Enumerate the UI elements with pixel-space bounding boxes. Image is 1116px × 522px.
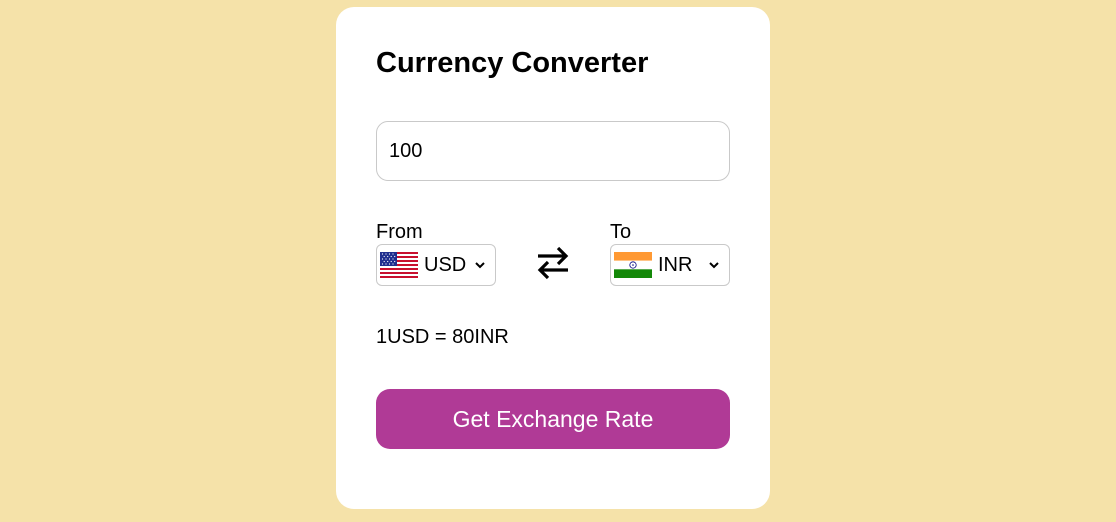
exchange-rate-text: 1USD = 80INR — [376, 326, 509, 348]
swap-arrows-icon[interactable] — [534, 243, 572, 283]
to-currency-code: INR — [658, 253, 693, 276]
us-flag-icon — [380, 252, 418, 278]
chevron-down-icon — [475, 262, 485, 269]
from-currency-select[interactable]: USD — [376, 244, 496, 286]
get-exchange-rate-button[interactable]: Get Exchange Rate — [376, 389, 730, 449]
from-label: From — [376, 221, 423, 243]
converter-card: Currency Converter From USD — [336, 7, 770, 509]
to-currency-select[interactable]: INR — [610, 244, 730, 286]
to-label: To — [610, 221, 632, 243]
amount-input[interactable] — [376, 121, 730, 181]
india-flag-icon — [614, 252, 652, 278]
from-currency-code: USD — [424, 253, 467, 276]
chevron-down-icon — [709, 262, 719, 269]
page-title: Currency Converter — [376, 47, 649, 79]
